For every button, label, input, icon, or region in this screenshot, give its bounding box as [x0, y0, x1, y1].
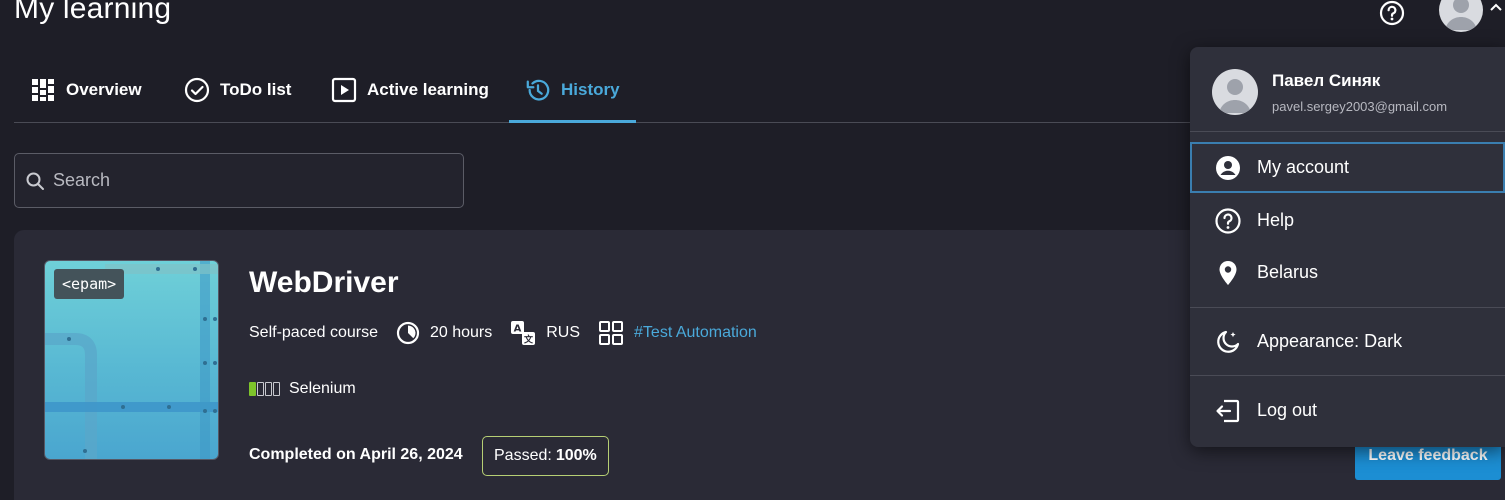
completion-date: Completed on April 26, 2024: [249, 446, 463, 463]
logout-icon: [1214, 397, 1242, 425]
tab-label: Active learning: [367, 80, 489, 99]
menu-item-my-account[interactable]: My account: [1190, 142, 1505, 193]
user-name: Павел Синяк: [1272, 71, 1381, 90]
menu-item-label: My account: [1257, 157, 1350, 177]
skill-level-bar: [273, 382, 280, 396]
moon-icon: [1214, 328, 1242, 356]
user-avatar-icon: [1219, 79, 1251, 113]
location-pin-icon: [1214, 259, 1242, 287]
menu-divider: [1190, 131, 1505, 132]
tab-bar: Overview ToDo list Active learning Histo…: [14, 58, 1190, 123]
grid-icon: [30, 77, 56, 103]
clock-icon: [396, 321, 420, 345]
tab-label: History: [561, 80, 620, 99]
passed-label: Passed:: [494, 447, 552, 464]
passed-badge: Passed: 100%: [482, 436, 609, 476]
category-grid-icon: [598, 320, 624, 346]
help-circle-icon: [1214, 207, 1242, 235]
skill-name: Selenium: [289, 380, 356, 397]
menu-item-location[interactable]: Belarus: [1190, 247, 1505, 298]
chevron-up-icon[interactable]: [1488, 0, 1504, 14]
tab-active-learning[interactable]: Active learning: [331, 58, 489, 122]
skill-level-bar: [265, 382, 272, 396]
menu-item-label: Appearance: Dark: [1257, 331, 1403, 351]
account-circle-icon: [1214, 154, 1242, 182]
user-avatar-icon: [1445, 0, 1477, 30]
menu-item-help[interactable]: Help: [1190, 195, 1505, 246]
course-type: Self-paced course: [249, 324, 378, 341]
translate-icon: A 文: [510, 320, 536, 346]
course-thumbnail[interactable]: <epam>: [44, 260, 219, 460]
menu-divider: [1190, 375, 1505, 376]
search-icon: [25, 171, 45, 191]
menu-divider: [1190, 307, 1505, 308]
course-tag-link[interactable]: #Test Automation: [634, 324, 757, 342]
svg-text:文: 文: [523, 334, 534, 346]
menu-item-label: Log out: [1257, 400, 1318, 420]
course-meta: Self-paced course 20 hours A 文 RUS #Test…: [249, 320, 757, 346]
course-duration: 20 hours: [429, 324, 493, 341]
provider-badge: <epam>: [54, 269, 125, 299]
search-box[interactable]: [14, 153, 464, 208]
page-title: My learning: [14, 0, 172, 25]
tab-label: Overview: [66, 80, 142, 99]
menu-item-label: Belarus: [1257, 262, 1319, 282]
history-icon: [525, 77, 551, 103]
tab-label: ToDo list: [220, 80, 292, 99]
svg-text:A: A: [514, 324, 522, 335]
help-button[interactable]: [1377, 0, 1407, 28]
course-title[interactable]: WebDriver: [249, 266, 399, 300]
menu-item-log-out[interactable]: Log out: [1190, 385, 1505, 436]
tab-todo-list[interactable]: ToDo list: [184, 58, 291, 122]
menu-user-info: Павел Синяк pavel.sergey2003@gmail.com: [1190, 47, 1505, 132]
search-input[interactable]: [53, 170, 433, 191]
course-language: RUS: [546, 324, 581, 341]
user-menu: Павел Синяк pavel.sergey2003@gmail.com M…: [1190, 47, 1505, 447]
menu-item-label: Help: [1257, 210, 1295, 230]
page: My learning Overview ToDo list Active le…: [0, 0, 1505, 500]
tab-overview[interactable]: Overview: [30, 58, 142, 122]
tab-history[interactable]: History: [509, 58, 636, 123]
help-circle-icon: [1379, 0, 1405, 26]
menu-item-appearance[interactable]: Appearance: Dark: [1190, 316, 1505, 367]
user-email: pavel.sergey2003@gmail.com: [1272, 99, 1448, 114]
avatar-button[interactable]: [1439, 0, 1483, 32]
skill-indicator: Selenium: [249, 380, 356, 398]
skill-level-bars: [249, 382, 281, 396]
check-circle-icon: [184, 77, 210, 103]
passed-value: 100%: [555, 447, 597, 464]
skill-level-bar: [257, 382, 264, 396]
avatar: [1212, 69, 1258, 115]
skill-level-bar: [249, 382, 256, 396]
play-square-icon: [331, 77, 357, 103]
